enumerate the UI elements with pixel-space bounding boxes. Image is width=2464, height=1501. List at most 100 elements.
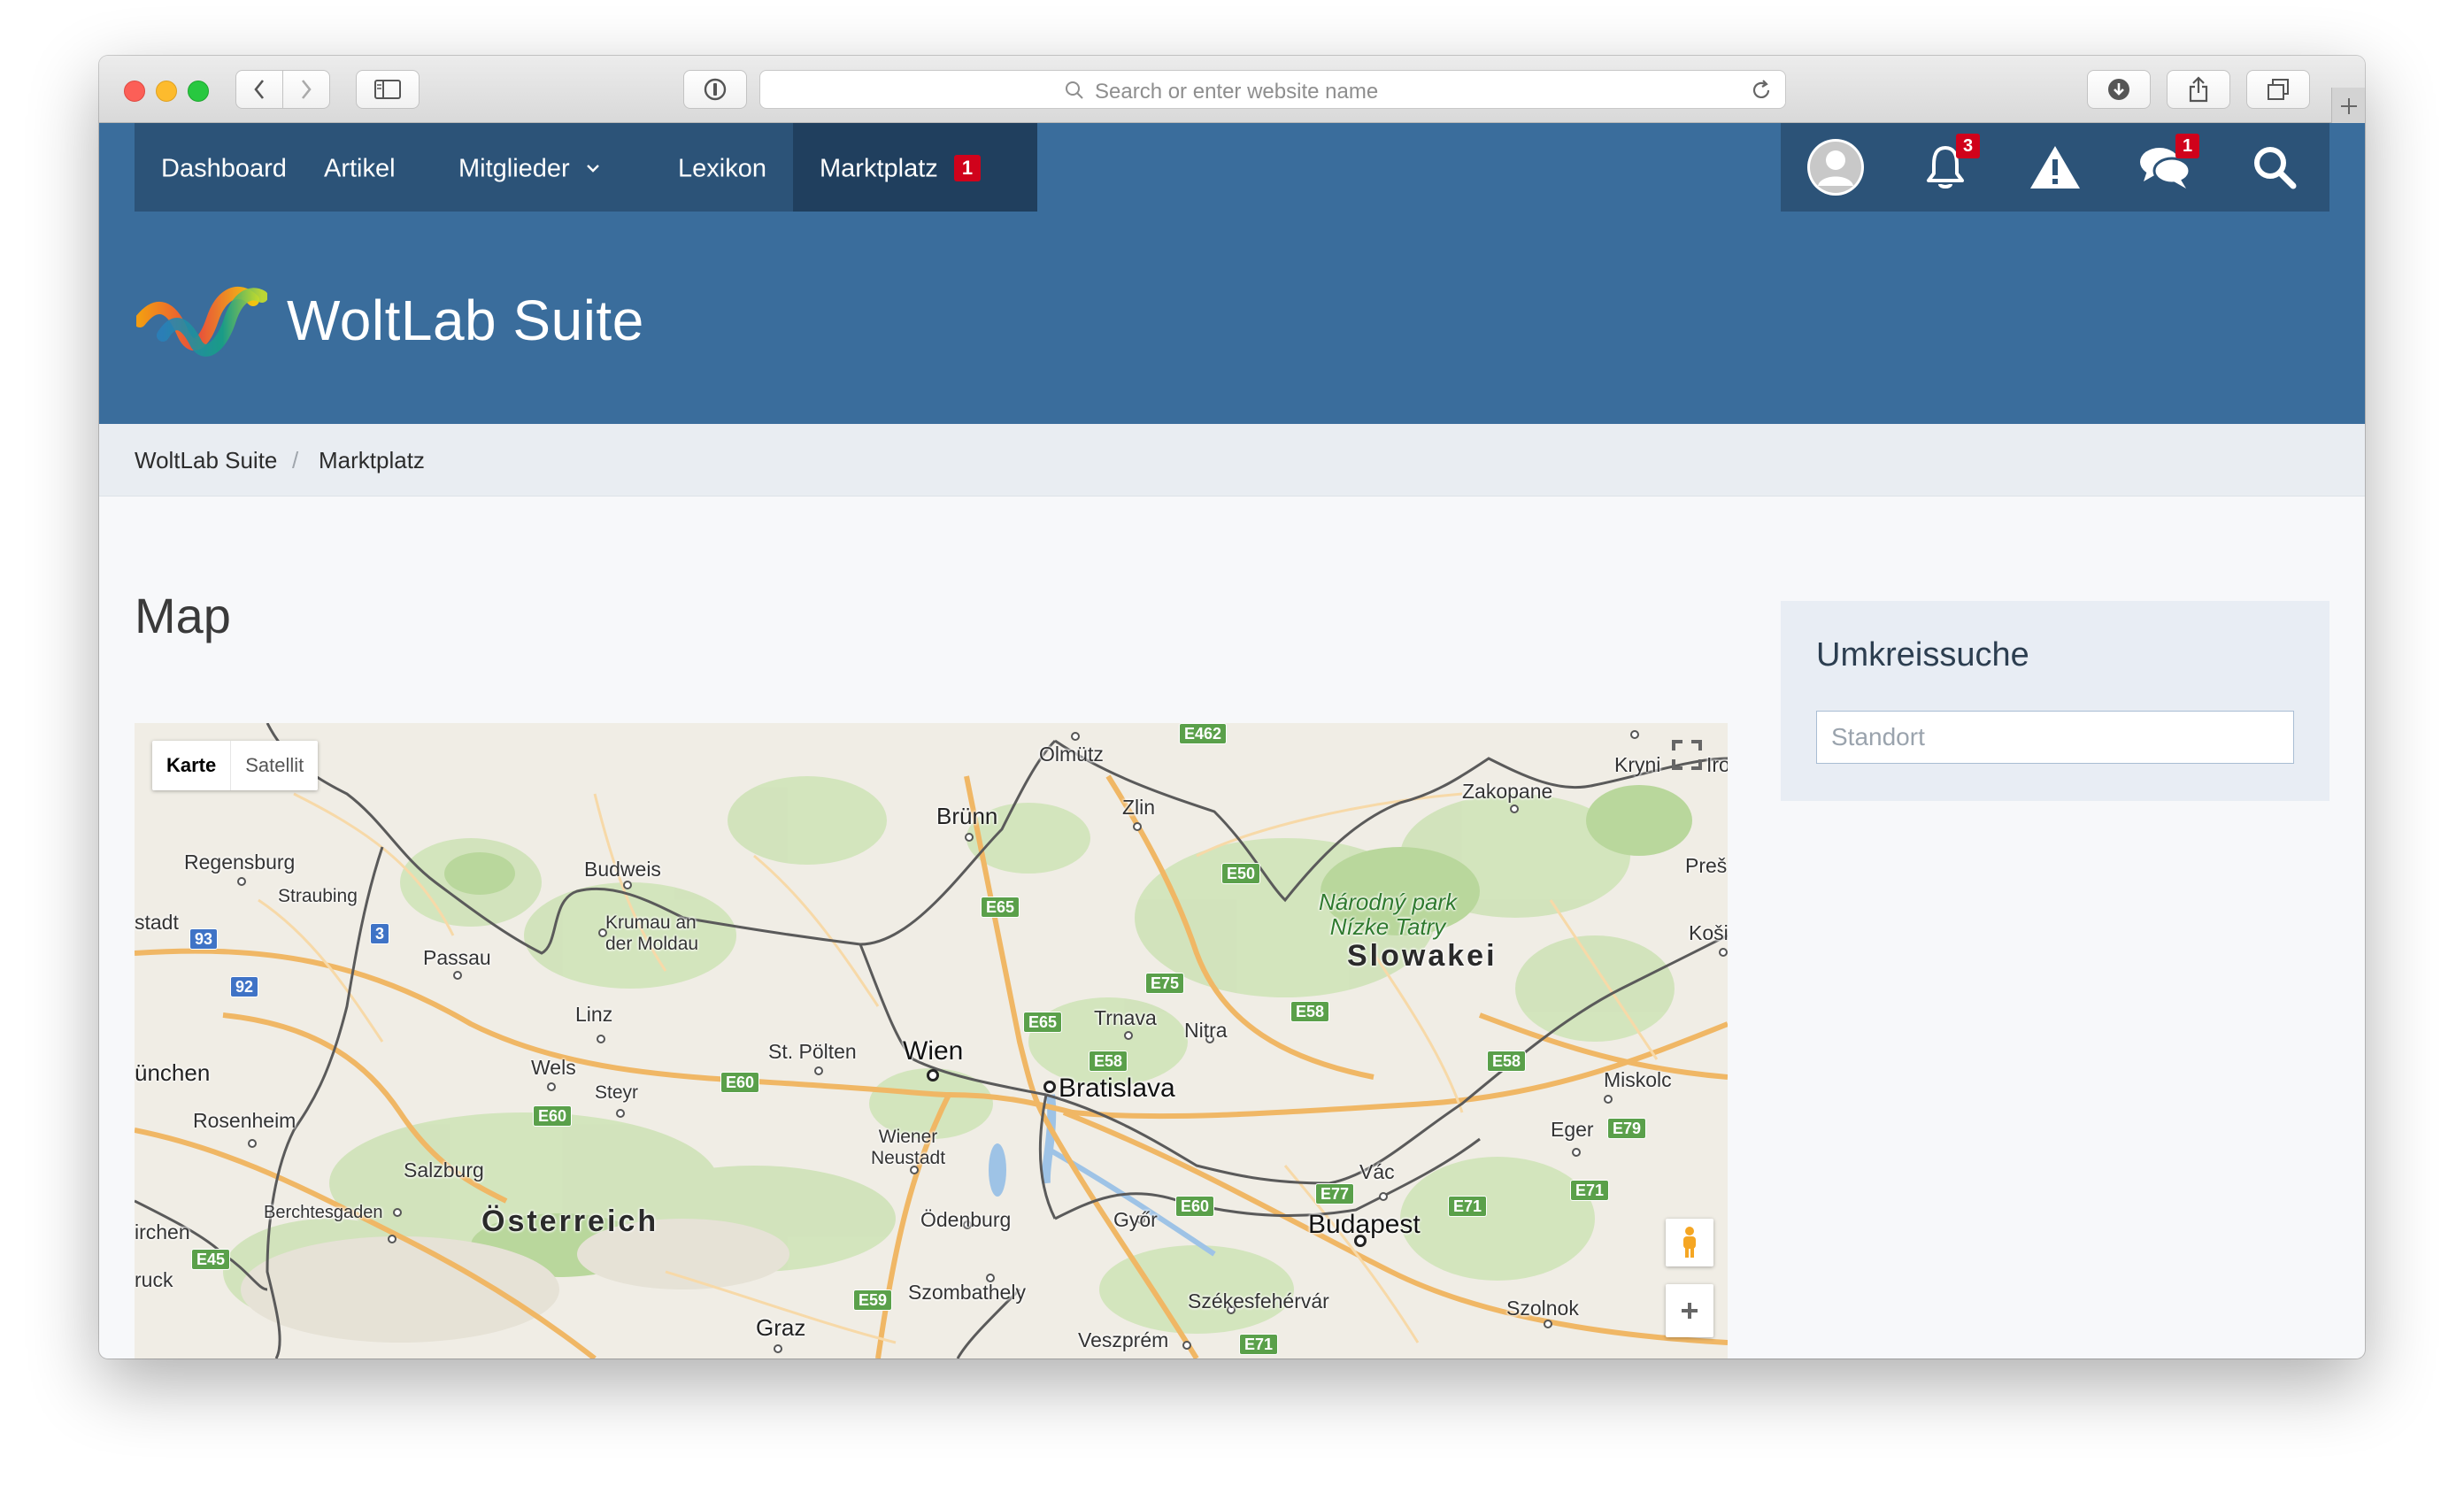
- tabs-overview-button[interactable]: [2246, 70, 2310, 109]
- site-logo-text[interactable]: WoltLab Suite: [287, 288, 644, 353]
- radius-search-title: Umkreissuche: [1816, 636, 2029, 674]
- map-label: Linz: [575, 1003, 612, 1027]
- map-label-line: Národný park: [1319, 889, 1457, 915]
- search-button[interactable]: [2220, 123, 2329, 212]
- conversations-badge: 1: [2175, 134, 2199, 158]
- password-button[interactable]: [683, 70, 747, 109]
- map-label: Miskolc: [1604, 1068, 1672, 1092]
- share-button[interactable]: [2167, 70, 2230, 109]
- map-label-line: Neustadt: [871, 1148, 945, 1168]
- fullscreen-icon: [1672, 740, 1702, 770]
- new-tab-button[interactable]: [2331, 88, 2365, 123]
- map-label-line: Krumau an: [605, 912, 697, 933]
- nav-item-mitglieder[interactable]: Mitglieder: [432, 123, 627, 212]
- sidebar-toggle-button[interactable]: [356, 70, 420, 109]
- map-view[interactable]: KarteSatellit: [135, 723, 1728, 1359]
- map-marker: [1544, 1320, 1552, 1328]
- browser-window: Search or enter website name Dashboard A…: [99, 56, 2365, 1359]
- downloads-button[interactable]: [2087, 70, 2151, 109]
- address-bar[interactable]: Search or enter website name: [759, 70, 1786, 109]
- map-marker: [774, 1344, 782, 1353]
- conversations-button[interactable]: 1: [2110, 123, 2220, 212]
- close-window-button[interactable]: [124, 81, 145, 102]
- map-label: Graz: [756, 1314, 805, 1342]
- main-navigation: Dashboard Artikel Mitglieder Lexikon Mar…: [99, 123, 2365, 212]
- nav-item-lexikon[interactable]: Lexikon: [651, 123, 793, 212]
- map-marker: [1182, 1341, 1191, 1350]
- road-shield: E65: [981, 897, 1020, 918]
- road-shield: 3: [370, 923, 389, 944]
- map-marker: [597, 1035, 605, 1043]
- road-shield: E77: [1315, 1183, 1354, 1205]
- search-icon: [1065, 81, 1084, 100]
- breadcrumb-item-marktplatz[interactable]: Marktplatz: [319, 447, 425, 474]
- woltlab-logo-icon[interactable]: [136, 281, 267, 357]
- road-shield: E75: [1145, 973, 1184, 994]
- road-shield: E71: [1570, 1180, 1609, 1201]
- map-marker: [1604, 1095, 1613, 1104]
- map-label: Preš: [1685, 854, 1727, 878]
- map-label: Krumau ander Moldau: [605, 912, 698, 955]
- address-placeholder: Search or enter website name: [1095, 80, 1378, 104]
- plus-icon: [2339, 96, 2359, 116]
- map-label: Passau: [423, 946, 491, 970]
- road-shield: E59: [853, 1289, 892, 1311]
- map-label: Ödenburg: [920, 1208, 1011, 1232]
- map-label-country: Slowakei: [1347, 939, 1498, 974]
- map-capital-marker: [927, 1069, 939, 1081]
- road-shield: E58: [1089, 1051, 1128, 1072]
- map-label-capital: Budapest: [1308, 1210, 1421, 1240]
- map-label-country: Österreich: [481, 1205, 658, 1239]
- plus-icon: [1680, 1301, 1699, 1320]
- road-shield: E462: [1179, 723, 1227, 744]
- location-input[interactable]: [1816, 711, 2294, 764]
- map-label: Regensburg: [184, 851, 295, 874]
- map-label-line: Wiener: [879, 1127, 938, 1147]
- notifications-button[interactable]: 3: [1890, 123, 2000, 212]
- map-label: Olmütz: [1039, 743, 1104, 766]
- map-label: Zakopane: [1462, 780, 1552, 804]
- road-shield: E60: [533, 1105, 572, 1127]
- nav-item-artikel[interactable]: Artikel: [297, 123, 422, 212]
- reload-icon[interactable]: [1750, 79, 1773, 102]
- nav-item-marktplatz[interactable]: Marktplatz 1: [793, 123, 1037, 212]
- sidebar-icon: [374, 80, 401, 99]
- download-icon: [2106, 77, 2131, 102]
- map-marker: [965, 833, 974, 842]
- map-label-capital: Wien: [903, 1036, 963, 1066]
- map-label-line: Nízke Tatry: [1330, 913, 1446, 940]
- minimize-window-button[interactable]: [156, 81, 177, 102]
- map-label-park: Národný parkNízke Tatry: [1319, 889, 1457, 939]
- map-marker: [237, 877, 246, 886]
- fullscreen-button[interactable]: [1666, 734, 1708, 776]
- chevron-down-icon: [586, 164, 600, 173]
- page-title: Map: [135, 587, 231, 644]
- breadcrumb-item-home[interactable]: WoltLab Suite: [135, 447, 277, 474]
- pegman-icon: [1680, 1226, 1699, 1259]
- nav-item-dashboard[interactable]: Dashboard: [135, 123, 313, 212]
- map-marker: [814, 1066, 823, 1075]
- map-type-map-button[interactable]: Karte: [152, 741, 231, 790]
- avatar-icon: [1806, 138, 1865, 196]
- map-marker: [1071, 732, 1080, 741]
- nav-item-label: Marktplatz: [820, 154, 938, 182]
- forward-button[interactable]: [282, 70, 330, 109]
- road-shield: E58: [1290, 1001, 1329, 1022]
- chevron-right-icon: [300, 79, 312, 100]
- back-button[interactable]: [235, 70, 283, 109]
- breadcrumb: WoltLab Suite / Marktplatz: [99, 424, 2365, 496]
- map-type-satellite-button[interactable]: Satellit: [231, 741, 318, 790]
- map-label: Székesfehérvár: [1188, 1289, 1329, 1313]
- map-capital-marker: [1043, 1081, 1056, 1093]
- street-view-button[interactable]: [1666, 1219, 1713, 1266]
- road-shield: E60: [720, 1072, 759, 1093]
- key-circle-icon: [703, 77, 728, 102]
- user-menu-button[interactable]: [1781, 123, 1890, 212]
- map-label: Wels: [531, 1056, 576, 1080]
- map-type-toggle: KarteSatellit: [152, 741, 318, 790]
- map-label: ruck: [135, 1268, 173, 1292]
- moderation-button[interactable]: [2000, 123, 2110, 212]
- zoom-in-button[interactable]: [1666, 1284, 1713, 1337]
- road-shield: E60: [1175, 1196, 1214, 1217]
- zoom-window-button[interactable]: [188, 81, 209, 102]
